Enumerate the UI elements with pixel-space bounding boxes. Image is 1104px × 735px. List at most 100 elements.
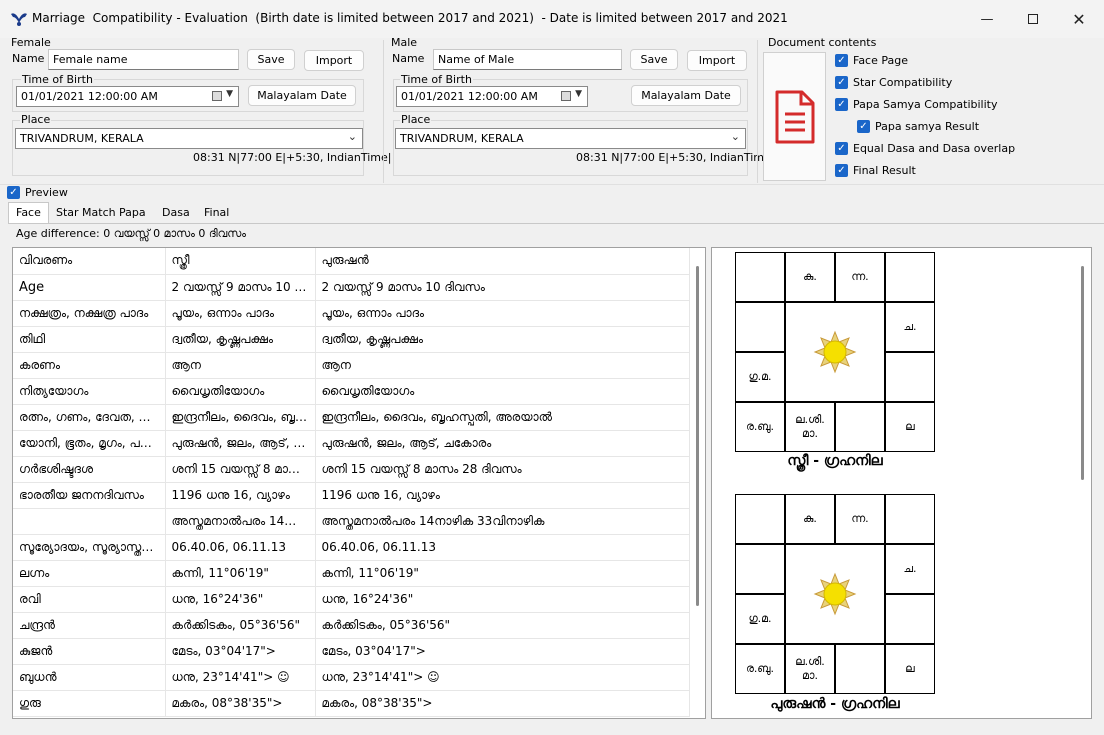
chart-house-cell: [735, 494, 785, 544]
tab-dasa[interactable]: Dasa: [155, 203, 197, 223]
chart-house-cell: ര.ബു.: [735, 644, 785, 694]
table-cell: Age: [13, 274, 166, 301]
chart-house-cell: ന്ന.: [835, 252, 885, 302]
table-row[interactable]: Age2 വയസ്സ് 9 മാസം 10 ദിവസം2 വയസ്സ് 9 മാ…: [13, 274, 690, 301]
tab-papa[interactable]: Papa: [112, 203, 153, 223]
table-row[interactable]: ഗർഭശിഷ്ടദശശനി 15 വയസ്സ് 8 മാസം 28 ദിവസംശ…: [13, 456, 690, 483]
minimize-button[interactable]: —: [964, 0, 1010, 38]
chart-house-cell: ല: [885, 402, 935, 452]
window-title: Marriage Compatibility - Evaluation (Bir…: [32, 11, 788, 25]
chart-house-text: ല: [905, 662, 915, 675]
chart-center: [785, 302, 885, 402]
chart-house-cell: ല: [885, 644, 935, 694]
chart-house-cell: ച.: [885, 302, 935, 352]
male-tob-label: Time of Birth: [400, 73, 473, 86]
chart-house-cell: [735, 544, 785, 594]
male-tob-picker[interactable]: 01/01/2021 12:00:00 AM ▼: [396, 86, 588, 107]
table-row[interactable]: യോനി, ഭൂതം, മൃഗം, പക്ഷി പുരുഷൻ, ജലം, ആട്,…: [13, 430, 690, 457]
chart-house-text: മാ.: [802, 427, 818, 440]
table-cell: മകരം, 08°38'35">: [315, 690, 690, 717]
table-header-row[interactable]: വിവരണം സ്ത്രീ പുരുഷൻ: [13, 248, 690, 275]
male-tob-value: 01/01/2021 12:00:00 AM: [401, 90, 538, 103]
chart-house-cell: [735, 252, 785, 302]
close-button[interactable]: ✕: [1056, 0, 1102, 38]
female-save-button[interactable]: Save: [247, 49, 295, 70]
maximize-button[interactable]: [1010, 0, 1056, 38]
chart-house-cell: ഗു.മ.: [735, 352, 785, 402]
female-place-select[interactable]: TRIVANDRUM, KERALA ⌄: [15, 128, 363, 149]
table-scrollbar[interactable]: [696, 266, 699, 606]
table-row[interactable]: തിഥി ദ്വതീയ, കൃഷ്ണപക്ഷം ദ്വതീയ, കൃഷ്ണപക്ഷം: [13, 326, 690, 353]
female-tob-value: 01/01/2021 12:00:00 AM: [21, 90, 158, 103]
chart-house-text: കു.: [803, 512, 817, 525]
male-save-button[interactable]: Save: [630, 49, 678, 70]
chevron-down-icon[interactable]: ▼: [226, 89, 233, 99]
chart-house-cell: [835, 402, 885, 452]
sun-icon: [813, 572, 857, 616]
table-cell: വിവരണം: [13, 248, 166, 275]
male-malayalam-date-button[interactable]: Malayalam Date: [631, 85, 741, 106]
female-place-label: Place: [20, 113, 52, 126]
table-cell: 06.40.06, 06.11.13: [165, 534, 316, 561]
checkbox-final-result[interactable]: ✓: [835, 164, 848, 177]
preview-checkbox[interactable]: ✓: [7, 186, 20, 199]
table-row[interactable]: രവി ധനു, 16°24'36" ധനു, 16°24'36": [13, 586, 690, 613]
male-place-select[interactable]: TRIVANDRUM, KERALA ⌄: [395, 128, 746, 149]
table-row[interactable]: കുജൻ മേടം, 03°04'17"> മേടം, 03°04'17">: [13, 638, 690, 665]
table-cell: ധനു, 16°24'36": [165, 586, 316, 613]
table-row[interactable]: ചന്ദ്രൻ കർക്കിടകം, 05°36'56" കർക്കിടകം, 05…: [13, 612, 690, 639]
table-row[interactable]: ഭാരതീയ ജനനദിവസം 1196 ധനു 16, വ്യാഴം 1196 ധ…: [13, 482, 690, 509]
calendar-icon[interactable]: [561, 91, 571, 101]
table-row[interactable]: രത്നം, ഗണം, ദേവത, വൃക്ഷം ഇന്ദ്രനീലം, ദൈവം…: [13, 404, 690, 431]
male-import-button[interactable]: Import: [687, 50, 747, 71]
chart-house-cell: [735, 302, 785, 352]
table-cell: കന്നി, 11°06'19": [315, 560, 690, 587]
female-name-input[interactable]: Female name: [48, 49, 239, 70]
chart-house-cell: [885, 252, 935, 302]
tab-final[interactable]: Final: [197, 203, 236, 223]
table-row[interactable]: നക്ഷത്രം, നക്ഷത്ര പാദം പൂയം, ഒന്നാം പാദം പ…: [13, 300, 690, 327]
chart-scrollbar[interactable]: [1081, 266, 1084, 480]
female-place-value: TRIVANDRUM, KERALA: [20, 132, 144, 145]
table-cell: യോനി, ഭൂതം, മൃഗം, പക്ഷി: [13, 430, 166, 457]
chevron-down-icon[interactable]: ⌄: [731, 130, 740, 143]
checkbox-face-page[interactable]: ✓: [835, 54, 848, 67]
table-row[interactable]: ലഗ്നം കന്നി, 11°06'19" കന്നി, 11°06'19": [13, 560, 690, 587]
male-chart-title: പുരുഷൻ - ഗ്രഹനില: [770, 696, 900, 712]
chart-house-text: മാ.: [802, 669, 818, 682]
female-import-button[interactable]: Import: [304, 50, 364, 71]
table-cell: ഇന്ദ്രനീലം, ദൈവം, ബൃഹസ്പതി, അരയാൽ: [315, 404, 690, 431]
male-name-input[interactable]: Name of Male: [433, 49, 622, 70]
table-cell: പൂയം, ഒന്നാം പാദം: [165, 300, 316, 327]
checkbox-papa-samya-result[interactable]: ✓: [857, 120, 870, 133]
group-divider: [383, 40, 384, 183]
chart-house-cell: ല.ശി. മാ.: [785, 402, 835, 452]
table-cell: 06.40.06, 06.11.13: [315, 534, 690, 561]
checkbox-star-compatibility[interactable]: ✓: [835, 76, 848, 89]
calendar-icon[interactable]: [212, 91, 222, 101]
chart-house-text: ല.ശി.: [795, 413, 825, 426]
chart-house-cell: [885, 494, 935, 544]
chart-house-text: ര.ബു.: [745, 662, 775, 675]
table-cell: തിഥി: [13, 326, 166, 353]
chevron-down-icon[interactable]: ▼: [575, 89, 582, 99]
table-row[interactable]: നിത്യയോഗം വൈധൃതിയോഗം വൈധൃതിയോഗം: [13, 378, 690, 405]
pdf-preview-button[interactable]: [763, 52, 826, 181]
table-row[interactable]: ഗുരു മകരം, 08°38'35"> മകരം, 08°38'35">: [13, 690, 690, 717]
checkbox-equal-dasa[interactable]: ✓: [835, 142, 848, 155]
table-row[interactable]: കരണം ആന ആന: [13, 352, 690, 379]
tab-face[interactable]: Face: [8, 202, 49, 224]
chart-house-text: ല.ശി.: [795, 655, 825, 668]
table-row[interactable]: സൂര്യോദയം, സൂര്യാസ്തമയം 06.40.06, 06.11.1…: [13, 534, 690, 561]
chevron-down-icon[interactable]: ⌄: [348, 130, 357, 143]
table-row[interactable]: ബുധൻ ധനു, 23°14'41"> ☺ ധനു, 23°14'41"> ☺: [13, 664, 690, 691]
table-cell: ചന്ദ്രൻ: [13, 612, 166, 639]
checkbox-papa-samya-compatibility[interactable]: ✓: [835, 98, 848, 111]
chart-house-text: ഗു.മ.: [748, 612, 772, 625]
table-row[interactable]: അസ്തമനാൽപരം 14നാഴിക 33വിനാഴികഅസ്തമനാൽപരം…: [13, 508, 690, 535]
female-malayalam-date-button[interactable]: Malayalam Date: [248, 85, 356, 106]
pdf-document-icon: [775, 90, 814, 143]
table-cell: പുരുഷൻ, ജലം, ആട്, ചകോരം: [315, 430, 690, 457]
table-cell: ആന: [315, 352, 690, 379]
female-tob-picker[interactable]: 01/01/2021 12:00:00 AM ▼: [16, 86, 239, 107]
